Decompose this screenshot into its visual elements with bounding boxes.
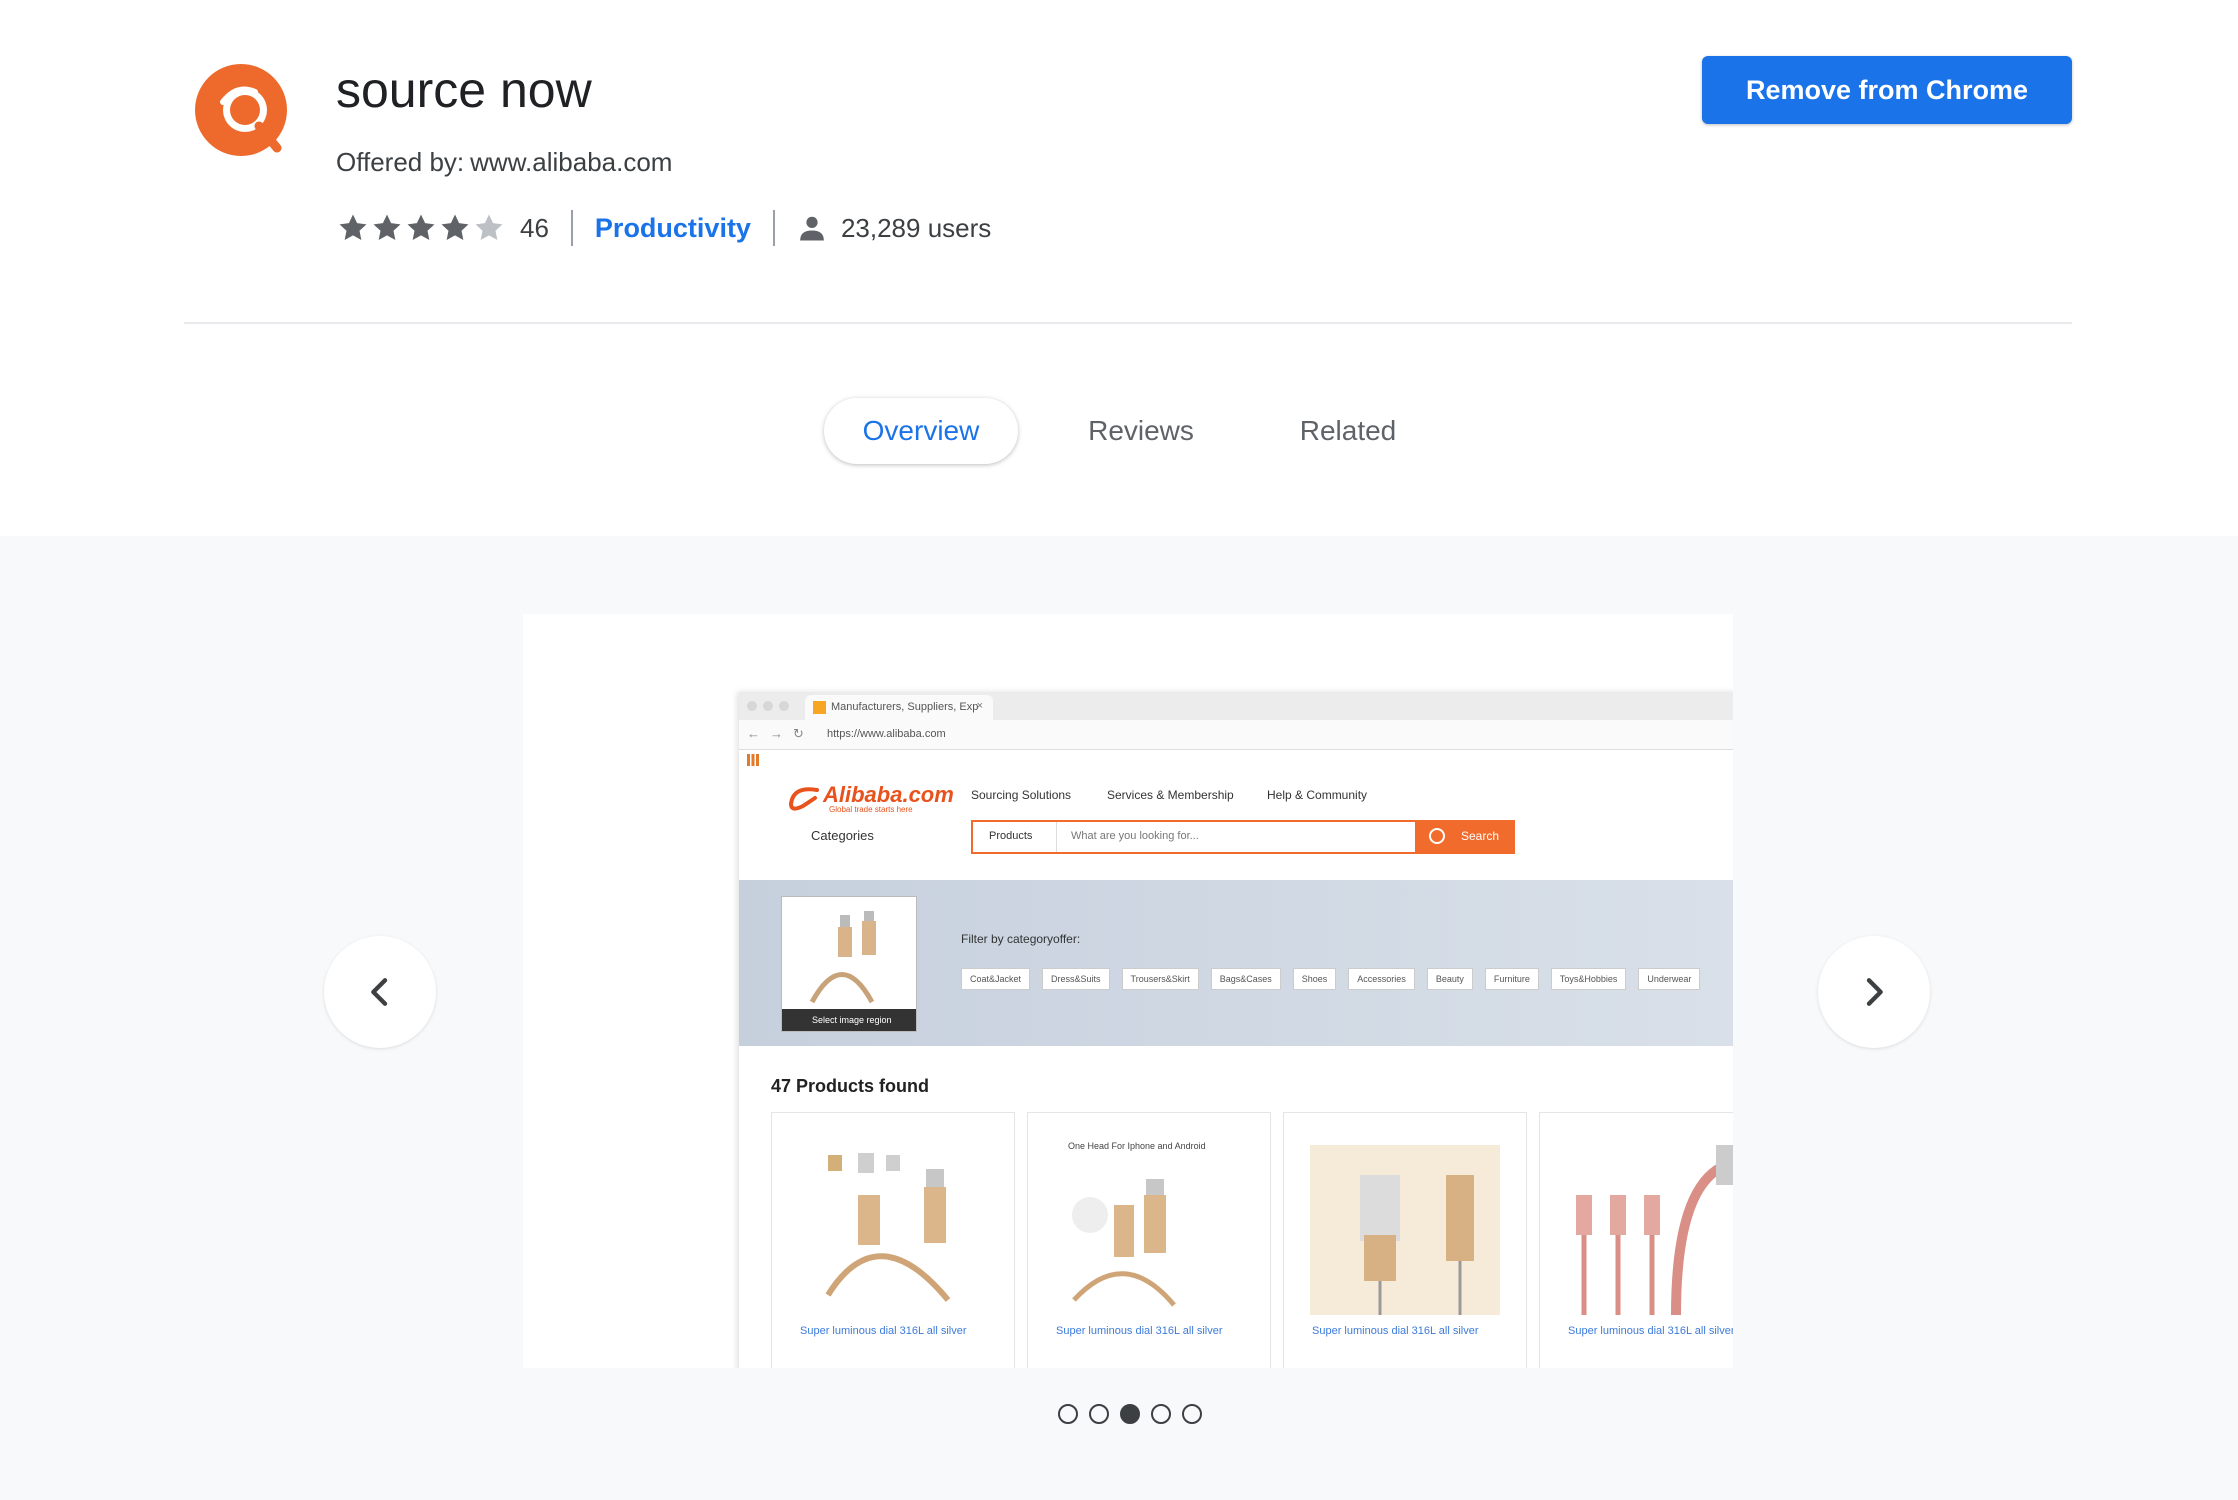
traffic-light-icon — [747, 701, 757, 711]
gallery-dot[interactable] — [1151, 1404, 1171, 1424]
mock-categories: Categories — [811, 828, 874, 843]
mock-search-button: Search — [1415, 820, 1515, 854]
mock-menu-services: Services & Membership — [1107, 788, 1234, 802]
usb-cable-image-icon — [1072, 1179, 1176, 1307]
source-now-logo-icon — [195, 64, 287, 156]
mock-search-box: Products What are you looking for... Sea… — [971, 820, 1515, 854]
tab-overview[interactable]: Overview — [824, 398, 1018, 464]
usb-cable-image-icon — [798, 1125, 988, 1315]
select-image-region: Select image region — [782, 1009, 916, 1031]
header-divider — [184, 322, 2072, 324]
search-icon — [1429, 828, 1445, 844]
mock-url-bar: ←→↻ https://www.alibaba.com — [739, 720, 1733, 750]
mock-product-cards: Super luminous dial 316L all silver One … — [771, 1112, 1733, 1368]
usb-cable-image-icon — [1576, 1145, 1733, 1315]
mock-card-caption: Super luminous dial 316L all silver — [1312, 1325, 1479, 1337]
extension-header: source now Offered by: www.alibaba.com 46… — [0, 0, 2238, 325]
mock-url: https://www.alibaba.com — [827, 728, 946, 740]
gallery-next-button[interactable] — [1818, 936, 1930, 1048]
mock-tab-bar: Manufacturers, Suppliers, Exp × — [739, 692, 1733, 720]
mock-filter-chip: Toys&Hobbies — [1550, 968, 1627, 990]
mock-image-search-band: Select image region Filter by categoryof… — [739, 880, 1733, 1046]
extension-meta: 46 Productivity 23,289 users — [336, 208, 991, 248]
alibaba-logo-tagline: Global trade starts here — [829, 805, 913, 814]
mock-filter-chip: Accessories — [1348, 968, 1415, 990]
browser-screenshot: Manufacturers, Suppliers, Exp × ←→↻ http… — [739, 692, 1733, 1368]
tab-reviews[interactable]: Reviews — [1070, 398, 1212, 464]
alibaba-header: Alibaba.com Global trade starts here Sou… — [739, 770, 1733, 880]
mock-filter-chip: Furniture — [1484, 968, 1539, 990]
traffic-light-icon — [779, 701, 789, 711]
mock-products-found: 47 Products found — [771, 1076, 930, 1096]
favicon-icon — [813, 701, 826, 714]
chevron-right-icon — [1866, 978, 1883, 1006]
remove-from-chrome-button[interactable]: Remove from Chrome — [1702, 56, 2072, 124]
gallery-dot[interactable] — [1058, 1404, 1078, 1424]
mock-filter-chip: Dress&Suits — [1042, 968, 1110, 990]
rating-stars[interactable] — [336, 211, 506, 245]
mock-filter-chips: Coat&Jacket Dress&Suits Trousers&Skirt Bags… — [961, 968, 1701, 990]
user-icon — [800, 216, 824, 241]
mock-browser-tab: Manufacturers, Suppliers, Exp × — [805, 695, 993, 720]
gallery-dot[interactable] — [1120, 1404, 1140, 1424]
usb-cable-image-icon — [809, 911, 876, 1004]
mock-search-button-label: Search — [1461, 829, 1500, 843]
mock-menu-sourcing: Sourcing Solutions — [971, 788, 1072, 802]
alibaba-mark-icon — [788, 787, 819, 811]
star-empty-icon — [475, 214, 503, 241]
close-icon: × — [976, 700, 983, 712]
mock-search-select: Products — [973, 822, 1057, 852]
mock-product-card: Super luminous dial 316L all silver — [1539, 1112, 1733, 1368]
user-count: 23,289 users — [840, 212, 992, 243]
category-link[interactable]: Productivity — [595, 213, 751, 244]
star-filled-icon — [441, 214, 469, 241]
mock-search-placeholder: What are you looking for... — [1071, 830, 1199, 842]
mock-query-image: Select image region — [781, 896, 917, 1032]
mock-card-caption: Super luminous dial 316L all silver — [800, 1325, 967, 1337]
gallery-prev-button[interactable] — [324, 936, 436, 1048]
star-filled-icon — [407, 214, 435, 241]
extension-title: source now — [336, 62, 592, 118]
mock-product-card: One Head For Iphone and Android Super lu… — [1027, 1112, 1271, 1368]
meta-separator — [570, 210, 573, 246]
traffic-light-icon — [763, 701, 773, 711]
chevron-left-icon — [371, 978, 388, 1006]
rating-count[interactable]: 46 — [520, 213, 549, 244]
star-filled-icon — [373, 214, 401, 241]
mock-filter-chip: Bags&Cases — [1210, 968, 1281, 990]
mock-product-card: Super luminous dial 316L all silver — [1283, 1112, 1527, 1368]
mock-filter-chip: Coat&Jacket — [961, 968, 1031, 990]
screenshot-gallery: Manufacturers, Suppliers, Exp × ←→↻ http… — [0, 536, 2238, 1500]
offered-by-label: Offered by: — [336, 147, 465, 177]
mock-menu-help: Help & Community — [1267, 788, 1368, 802]
alibaba-logo: Alibaba.com Global trade starts here — [787, 780, 954, 820]
apps-grid-icon — [747, 754, 759, 766]
tab-bar: Overview Reviews Related — [0, 398, 2238, 464]
mock-filter-chip: Shoes — [1292, 968, 1337, 990]
gallery-dots — [1058, 1404, 1202, 1424]
gallery-slide: Manufacturers, Suppliers, Exp × ←→↻ http… — [523, 614, 1733, 1368]
offered-by: Offered by: www.alibaba.com — [336, 145, 672, 179]
mock-card-caption: Super luminous dial 316L all silver — [1568, 1325, 1733, 1337]
nav-arrows-icon: ←→↻ — [747, 726, 814, 741]
tab-related[interactable]: Related — [1278, 398, 1418, 464]
mock-filter-chip: Underwear — [1638, 968, 1701, 990]
gallery-dot[interactable] — [1089, 1404, 1109, 1424]
offered-by-value: www.alibaba.com — [470, 147, 673, 177]
mock-filter-chip: Beauty — [1426, 968, 1473, 990]
mock-filter-chip: Trousers&Skirt — [1121, 968, 1199, 990]
usb-cable-image-icon — [1310, 1145, 1500, 1315]
star-filled-icon — [339, 214, 367, 241]
mock-filter-label: Filter by categoryoffer: — [961, 932, 1081, 946]
meta-separator — [772, 210, 775, 246]
mock-product-card: Super luminous dial 316L all silver — [771, 1112, 1015, 1368]
gallery-dot[interactable] — [1182, 1404, 1202, 1424]
mock-tab-title: Manufacturers, Suppliers, Exp — [831, 701, 979, 713]
mock-card-caption: Super luminous dial 316L all silver — [1056, 1325, 1223, 1337]
